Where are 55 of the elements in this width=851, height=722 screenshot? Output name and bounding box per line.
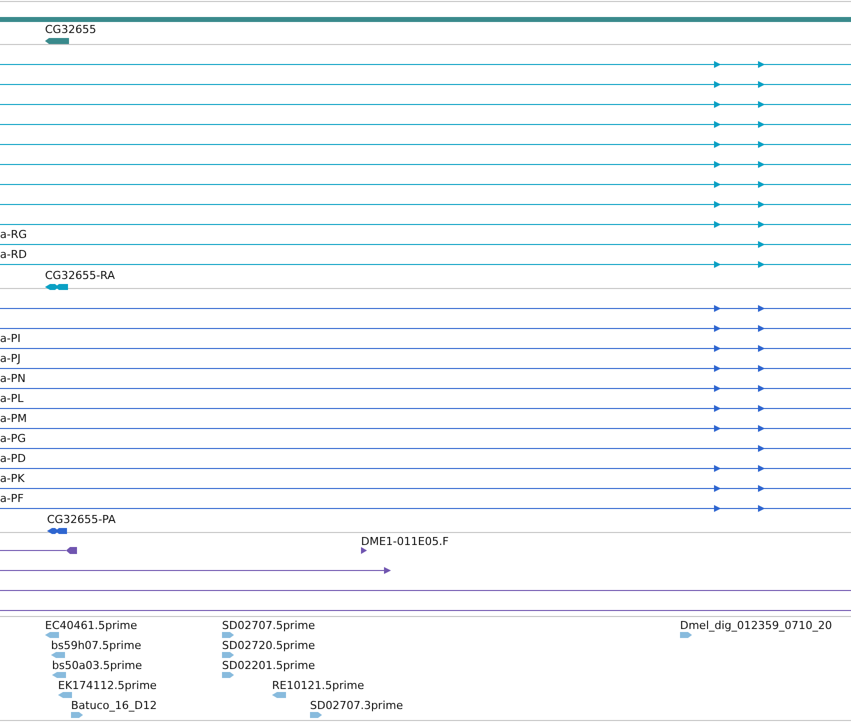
est-label: RE10121.5prime [272,679,364,692]
est-label: bs50a03.5prime [52,659,142,672]
est-label: SD02707.3prime [310,699,403,712]
est-label: EC40461.5prime [45,619,138,632]
est-label: bs59h07.5prime [51,639,142,652]
strand-arrow-icon [361,547,367,554]
double-arrow-icon [45,284,68,290]
protein-label: a-PD [0,452,26,465]
strand-arrow-icon [758,261,765,268]
protein-label: a-PN [0,372,26,385]
strand-arrow-icon [758,81,765,88]
strand-arrow-icon [758,181,765,188]
strand-arrow-icon [758,325,765,332]
est-label: EK174112.5prime [58,679,157,692]
gene-arrow-icon [45,38,69,44]
strand-arrow-icon [758,101,765,108]
protein-label: a-PJ [0,352,21,365]
double-arrow-icon [47,528,67,534]
protein-label: a-PF [0,492,24,505]
est-label: SD02720.5prime [222,639,315,652]
strand-arrow-icon [758,161,765,168]
est-label: Batuco_16_D12 [71,699,157,712]
strand-arrow-icon [758,221,765,228]
protein-label: a-PG [0,432,26,445]
strand-arrow-icon [758,485,765,492]
clone-line [0,550,66,551]
strand-arrow-icon [758,201,765,208]
strand-arrow-icon [758,405,765,412]
transcript-label: a-RD [0,248,27,261]
strand-arrow-icon [758,305,765,312]
strand-arrow-icon [758,121,765,128]
feature-label: CG32655-RA [45,269,115,282]
protein-label: a-PM [0,412,27,425]
strand-arrow-icon [758,505,765,512]
strand-arrow-icon [758,141,765,148]
strand-arrow-icon [758,385,765,392]
exon-block-icon [66,547,77,554]
clone-label: DME1-011E05.F [361,535,449,548]
strand-arrow-icon [758,365,765,372]
strand-arrow-icon [758,465,765,472]
strand-arrow-icon [384,567,391,574]
strand-arrow-icon [758,425,765,432]
est-label: SD02707.5prime [222,619,315,632]
feature-label: CG32655-PA [47,513,116,526]
transcript-label: a-RG [0,228,27,241]
feature-label: CG32655 [45,23,96,36]
strand-arrow-icon [758,61,765,68]
protein-label: a-PL [0,392,24,405]
strand-arrow-icon [758,345,765,352]
protein-label: a-PI [0,332,21,345]
est-label: Dmel_dig_012359_0710_20 [680,619,832,632]
strand-arrow-icon [758,445,765,452]
strand-arrow-icon [758,241,765,248]
est-label: SD02201.5prime [222,659,315,672]
protein-label: a-PK [0,472,25,485]
